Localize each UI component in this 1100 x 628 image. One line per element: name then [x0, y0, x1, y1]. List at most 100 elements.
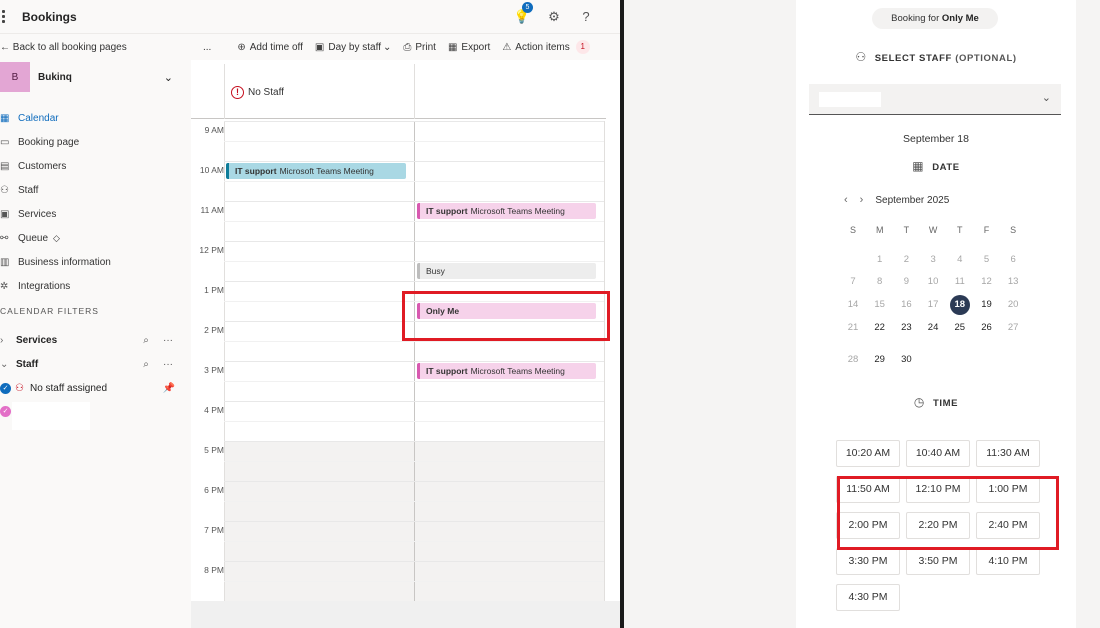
hour-label: 12 PM [199, 245, 224, 255]
checkbox-checked-icon[interactable]: ✓ [0, 382, 11, 394]
pin-icon[interactable]: 📌 [163, 383, 175, 394]
day-cell: 1 [877, 254, 883, 265]
booking-page-window: Booking for Only Me ⚇ SELECT STAFF (OPTIO… [624, 0, 1100, 628]
event-title: IT support [426, 206, 468, 216]
staff-dropdown[interactable]: ⌄ [809, 84, 1061, 115]
sidebar-item-label: Services [18, 208, 57, 220]
add-time-off-label: Add time off [249, 41, 303, 53]
search-icon[interactable]: ⌕ [135, 359, 157, 370]
event-busy[interactable]: Busy [417, 263, 596, 279]
half-hour-line [224, 341, 604, 342]
chevron-left-icon[interactable]: ‹ [844, 194, 848, 206]
sidebar-item-customers[interactable]: ▤ Customers [0, 154, 191, 178]
time-slot-button[interactable]: 3:50 PM [906, 548, 970, 575]
column-divider [604, 121, 605, 601]
optional-label: (OPTIONAL) [955, 53, 1017, 64]
more-button[interactable]: ... [203, 42, 211, 53]
half-hour-line [224, 141, 604, 142]
day-cell: 3 [930, 254, 936, 265]
calendar-icon: ▦ [0, 112, 10, 124]
time-slot-button[interactable]: 4:30 PM [836, 584, 900, 611]
sidebar-item-staff[interactable]: ⚇ Staff [0, 178, 191, 202]
column-header-label: No Staff [248, 87, 284, 98]
business-selector[interactable]: B Bukinq ⌄ [0, 62, 191, 92]
action-items-button[interactable]: ⚠ Action items 1 [502, 40, 590, 54]
sidebar-item-calendar[interactable]: ▦ Calendar [0, 106, 191, 130]
calendar-grid: 9 AM 10 AM 11 AM 12 PM 1 PM 2 PM 3 PM 4 PM 5 PM 6… [191, 121, 620, 601]
sidebar-item-integrations[interactable]: ✲ Integrations [0, 274, 191, 298]
app-launcher-icon[interactable] [0, 10, 14, 23]
more-icon[interactable]: ··· [157, 335, 179, 346]
queue-icon: ⚯ [0, 232, 9, 244]
filter-services[interactable]: › Services ⌕ ··· [0, 330, 191, 350]
export-button[interactable]: ▦ Export [448, 42, 490, 53]
time-slot-button[interactable]: 3:30 PM [836, 548, 900, 575]
month-label: September 2025 [875, 194, 950, 206]
day-cell[interactable]: 19 [977, 295, 997, 315]
half-hour-line [224, 421, 604, 422]
calendar-icon: ▦ [912, 159, 925, 173]
time-slot-button[interactable]: 10:40 AM [906, 440, 970, 467]
day-cell[interactable]: 25 [950, 318, 970, 338]
staff-filter-item[interactable]: ✓ ⚇ No staff assigned 📌 [0, 378, 191, 398]
day-cell: 10 [927, 276, 939, 287]
help-icon[interactable]: ? [570, 9, 602, 24]
day-cell[interactable]: 24 [923, 318, 943, 338]
view-icon: ▣ [314, 41, 325, 53]
view-selector[interactable]: ▣ Day by staff ⌄ [315, 42, 391, 53]
hour-line [224, 401, 604, 402]
day-cell: 16 [901, 299, 912, 310]
sidebar-item-label: Integrations [18, 280, 71, 292]
day-cell: 2 [903, 254, 910, 265]
sidebar-item-services[interactable]: ▣ Services [0, 202, 191, 226]
search-icon[interactable]: ⌕ [135, 335, 157, 346]
day-cell[interactable]: 26 [977, 318, 997, 338]
event-it-support[interactable]: IT support Microsoft Teams Meeting [417, 363, 596, 379]
weekday-label: W [928, 225, 938, 235]
monitor-icon: ▭ [0, 136, 10, 148]
export-label: Export [461, 41, 491, 53]
sidebar-item-booking-page[interactable]: ▭ Booking page [0, 130, 191, 154]
booking-panel: Booking for Only Me ⚇ SELECT STAFF (OPTIO… [796, 0, 1076, 628]
sidebar: ← Back to all booking pages B Bukinq ⌄ ▦… [0, 34, 191, 628]
filter-staff[interactable]: ⌄ Staff ⌕ ··· [0, 354, 191, 374]
selected-date: September 18 [903, 133, 969, 145]
date-label: DATE [932, 162, 960, 173]
sidebar-item-queue[interactable]: ⚯ Queue ◇ [0, 226, 191, 250]
top-bar: Bookings 💡 5 ⚙ ? [0, 0, 620, 34]
day-cell[interactable]: 22 [870, 318, 890, 338]
time-slot-button[interactable]: 4:10 PM [976, 548, 1040, 575]
excel-icon: ▦ [447, 41, 458, 53]
date-heading: ▦ DATE [796, 159, 1076, 173]
chevron-right-icon[interactable]: › [860, 194, 864, 206]
sidebar-item-business-information[interactable]: ▥ Business information [0, 250, 191, 274]
day-cell[interactable]: 29 [870, 350, 890, 370]
chevron-down-icon: ⌄ [163, 71, 173, 84]
lightbulb-icon[interactable]: 💡 5 [506, 1, 538, 25]
event-it-support[interactable]: IT support Microsoft Teams Meeting [417, 203, 596, 219]
day-cell[interactable]: 30 [896, 350, 916, 370]
day-cell[interactable]: 23 [896, 318, 916, 338]
back-link[interactable]: ← Back to all booking pages [0, 42, 127, 53]
hour-label: 6 PM [204, 485, 224, 495]
weekday-label: S [1010, 225, 1017, 235]
event-it-support[interactable]: IT support Microsoft Teams Meeting [226, 163, 406, 179]
day-cell: 28 [847, 354, 859, 365]
highlight-box-event [402, 291, 610, 341]
more-icon[interactable]: ··· [157, 359, 179, 370]
day-cell: 21 [847, 322, 859, 333]
time-slot-button[interactable]: 10:20 AM [836, 440, 900, 467]
hour-line [224, 241, 604, 242]
column-header-no-staff: ! No Staff [231, 86, 284, 99]
print-button[interactable]: ⎙ Print [403, 42, 436, 53]
day-selected[interactable]: 18 [949, 295, 970, 315]
redacted-staff-value [819, 92, 881, 107]
add-time-off-button[interactable]: ⊕ Add time off [237, 42, 303, 53]
half-hour-line [224, 181, 604, 182]
day-cell: 27 [1007, 322, 1019, 333]
checkbox-checked-icon[interactable]: ✓ [0, 405, 11, 417]
business-name: Bukinq [38, 71, 72, 83]
gear-icon[interactable]: ⚙ [538, 9, 570, 25]
filter-staff-label: Staff [16, 358, 39, 370]
time-slot-button[interactable]: 11:30 AM [976, 440, 1040, 467]
